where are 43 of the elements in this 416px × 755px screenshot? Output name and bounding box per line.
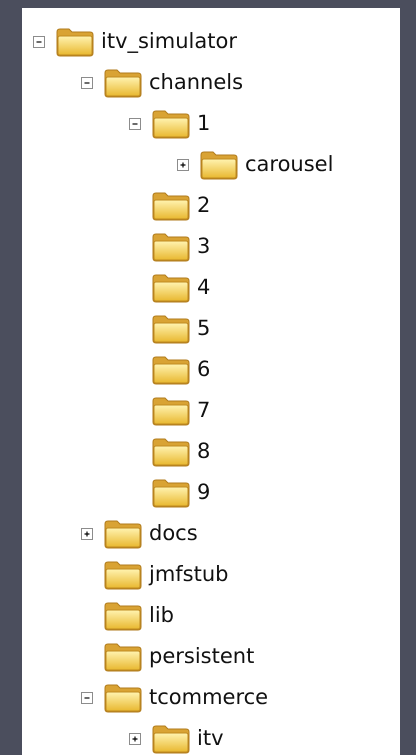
folder-icon (103, 560, 143, 590)
folder-name[interactable]: 6 (197, 359, 210, 380)
folder-icon (103, 600, 143, 630)
folder-icon (151, 232, 191, 262)
folder-icon (151, 478, 191, 508)
folder-icon (151, 190, 191, 220)
folder-icon (151, 396, 191, 426)
expand-icon[interactable] (81, 528, 93, 540)
folder-name[interactable]: carousel (245, 154, 334, 175)
folder-name[interactable]: lib (149, 605, 174, 626)
folder-icon (151, 354, 191, 384)
folder-name[interactable]: itv_simulator (101, 31, 237, 52)
folder-name[interactable]: 7 (197, 400, 210, 421)
folder-name[interactable]: 2 (197, 195, 210, 216)
folder-name[interactable]: channels (149, 72, 244, 93)
folder-name[interactable]: jmfstub (149, 564, 228, 585)
folder-icon (199, 150, 239, 180)
folder-name[interactable]: 5 (197, 318, 210, 339)
collapse-icon[interactable] (81, 76, 93, 88)
expand-icon[interactable] (129, 732, 141, 744)
folder-name[interactable]: itv (197, 728, 224, 749)
folder-name[interactable]: 9 (197, 482, 210, 503)
folder-icon (151, 436, 191, 466)
folder-name[interactable]: 4 (197, 277, 210, 298)
folder-name[interactable]: 3 (197, 236, 210, 257)
folder-icon (151, 108, 191, 138)
folder-name[interactable]: 1 (197, 113, 210, 134)
folder-name[interactable]: docs (149, 523, 198, 544)
folder-icon (103, 518, 143, 548)
collapse-icon[interactable] (129, 118, 141, 130)
folder-icon (103, 682, 143, 712)
folder-icon (151, 314, 191, 344)
folder-icon (151, 272, 191, 302)
folder-name[interactable]: persistent (149, 646, 254, 667)
folder-icon (103, 642, 143, 672)
folder-name[interactable]: 8 (197, 441, 210, 462)
expand-icon[interactable] (177, 158, 189, 170)
collapse-icon[interactable] (81, 692, 93, 704)
folder-icon (151, 724, 191, 754)
collapse-icon[interactable] (33, 36, 45, 48)
folder-icon (103, 68, 143, 98)
folder-icon (55, 26, 95, 56)
folder-name[interactable]: tcommerce (149, 687, 268, 708)
